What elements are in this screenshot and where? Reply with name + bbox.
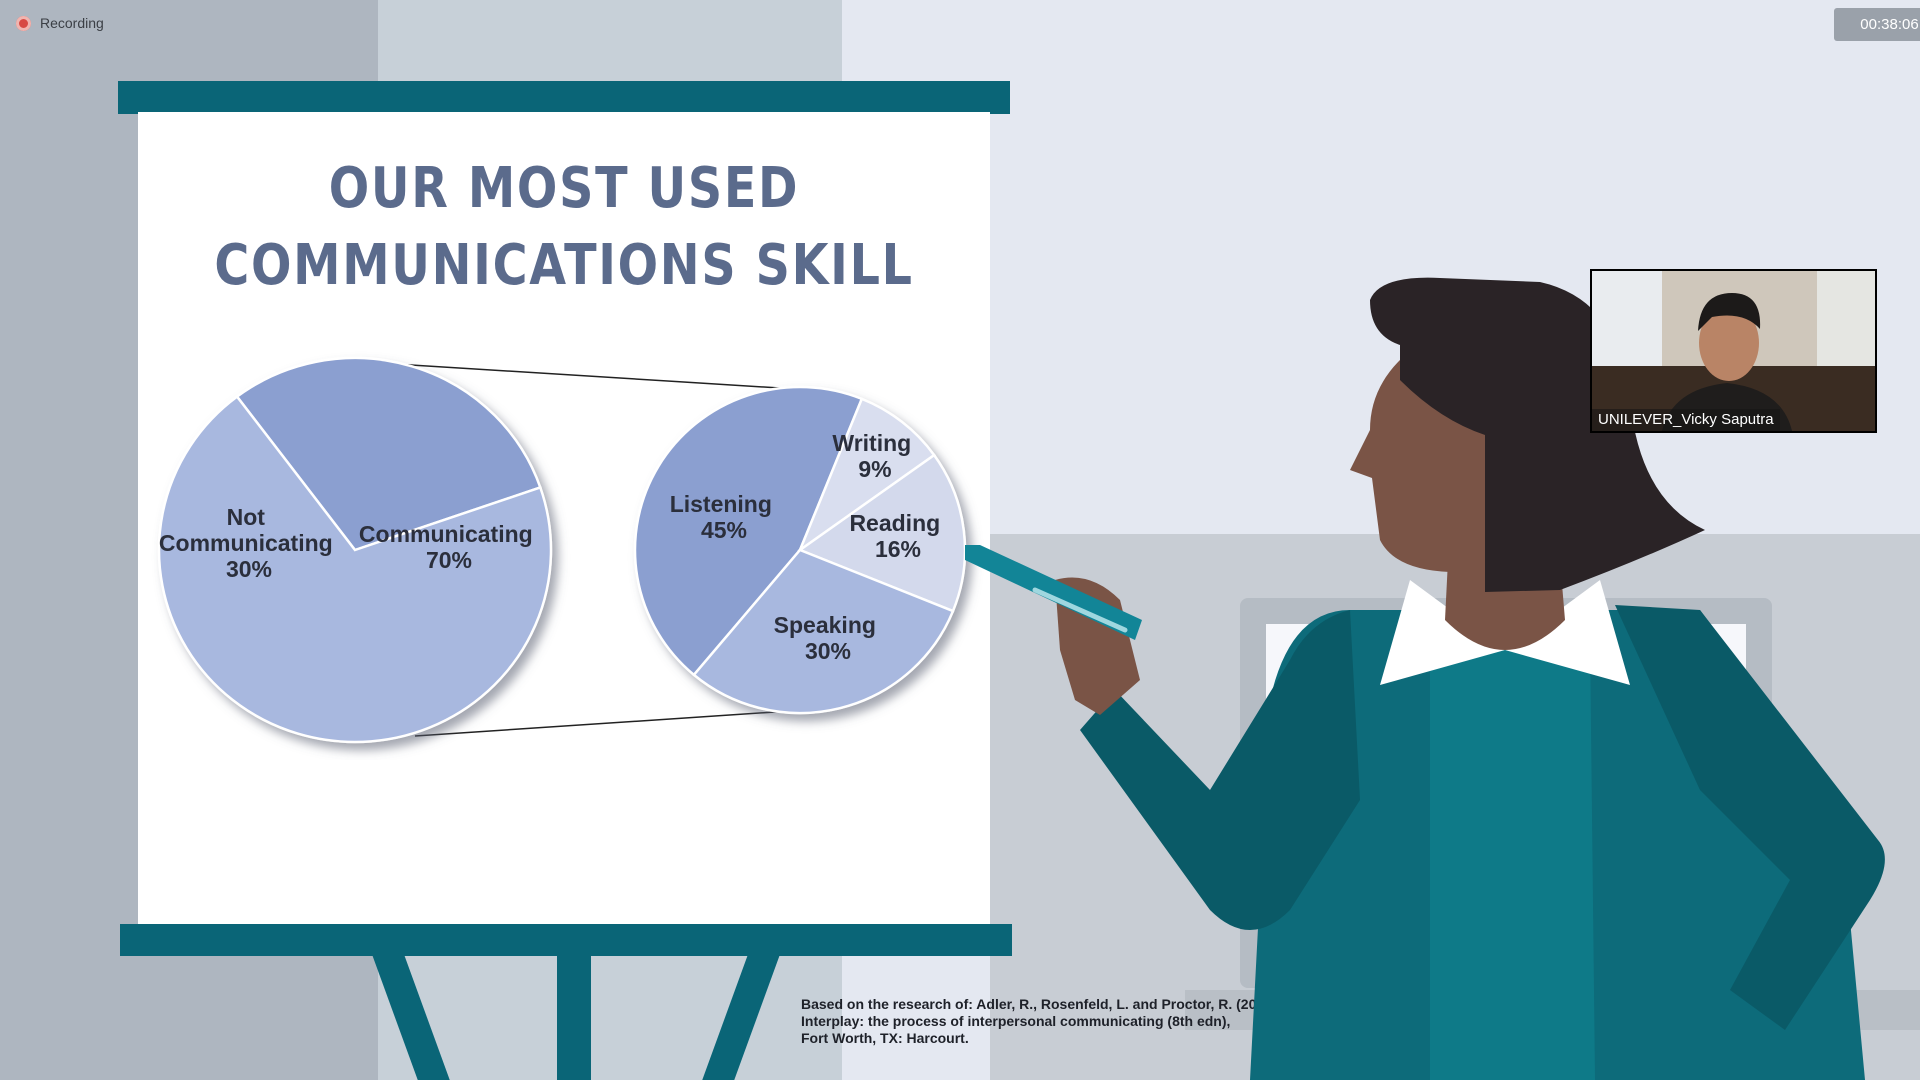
participant-video-tile[interactable]: UNILEVER_Vicky Saputra — [1590, 269, 1877, 433]
video-window-right — [1817, 271, 1875, 381]
presenter-illustration — [965, 277, 1885, 1080]
meeting-timer: 00:38:06 — [1834, 8, 1920, 41]
participant-video-feed — [1592, 271, 1875, 431]
recording-indicator: Recording — [16, 15, 104, 31]
participant-name-label: UNILEVER_Vicky Saputra — [1592, 409, 1780, 431]
recording-dot-icon — [16, 15, 31, 31]
video-window-left — [1592, 271, 1662, 381]
presenter-shirt — [1430, 640, 1595, 1080]
recording-label: Recording — [40, 15, 104, 31]
